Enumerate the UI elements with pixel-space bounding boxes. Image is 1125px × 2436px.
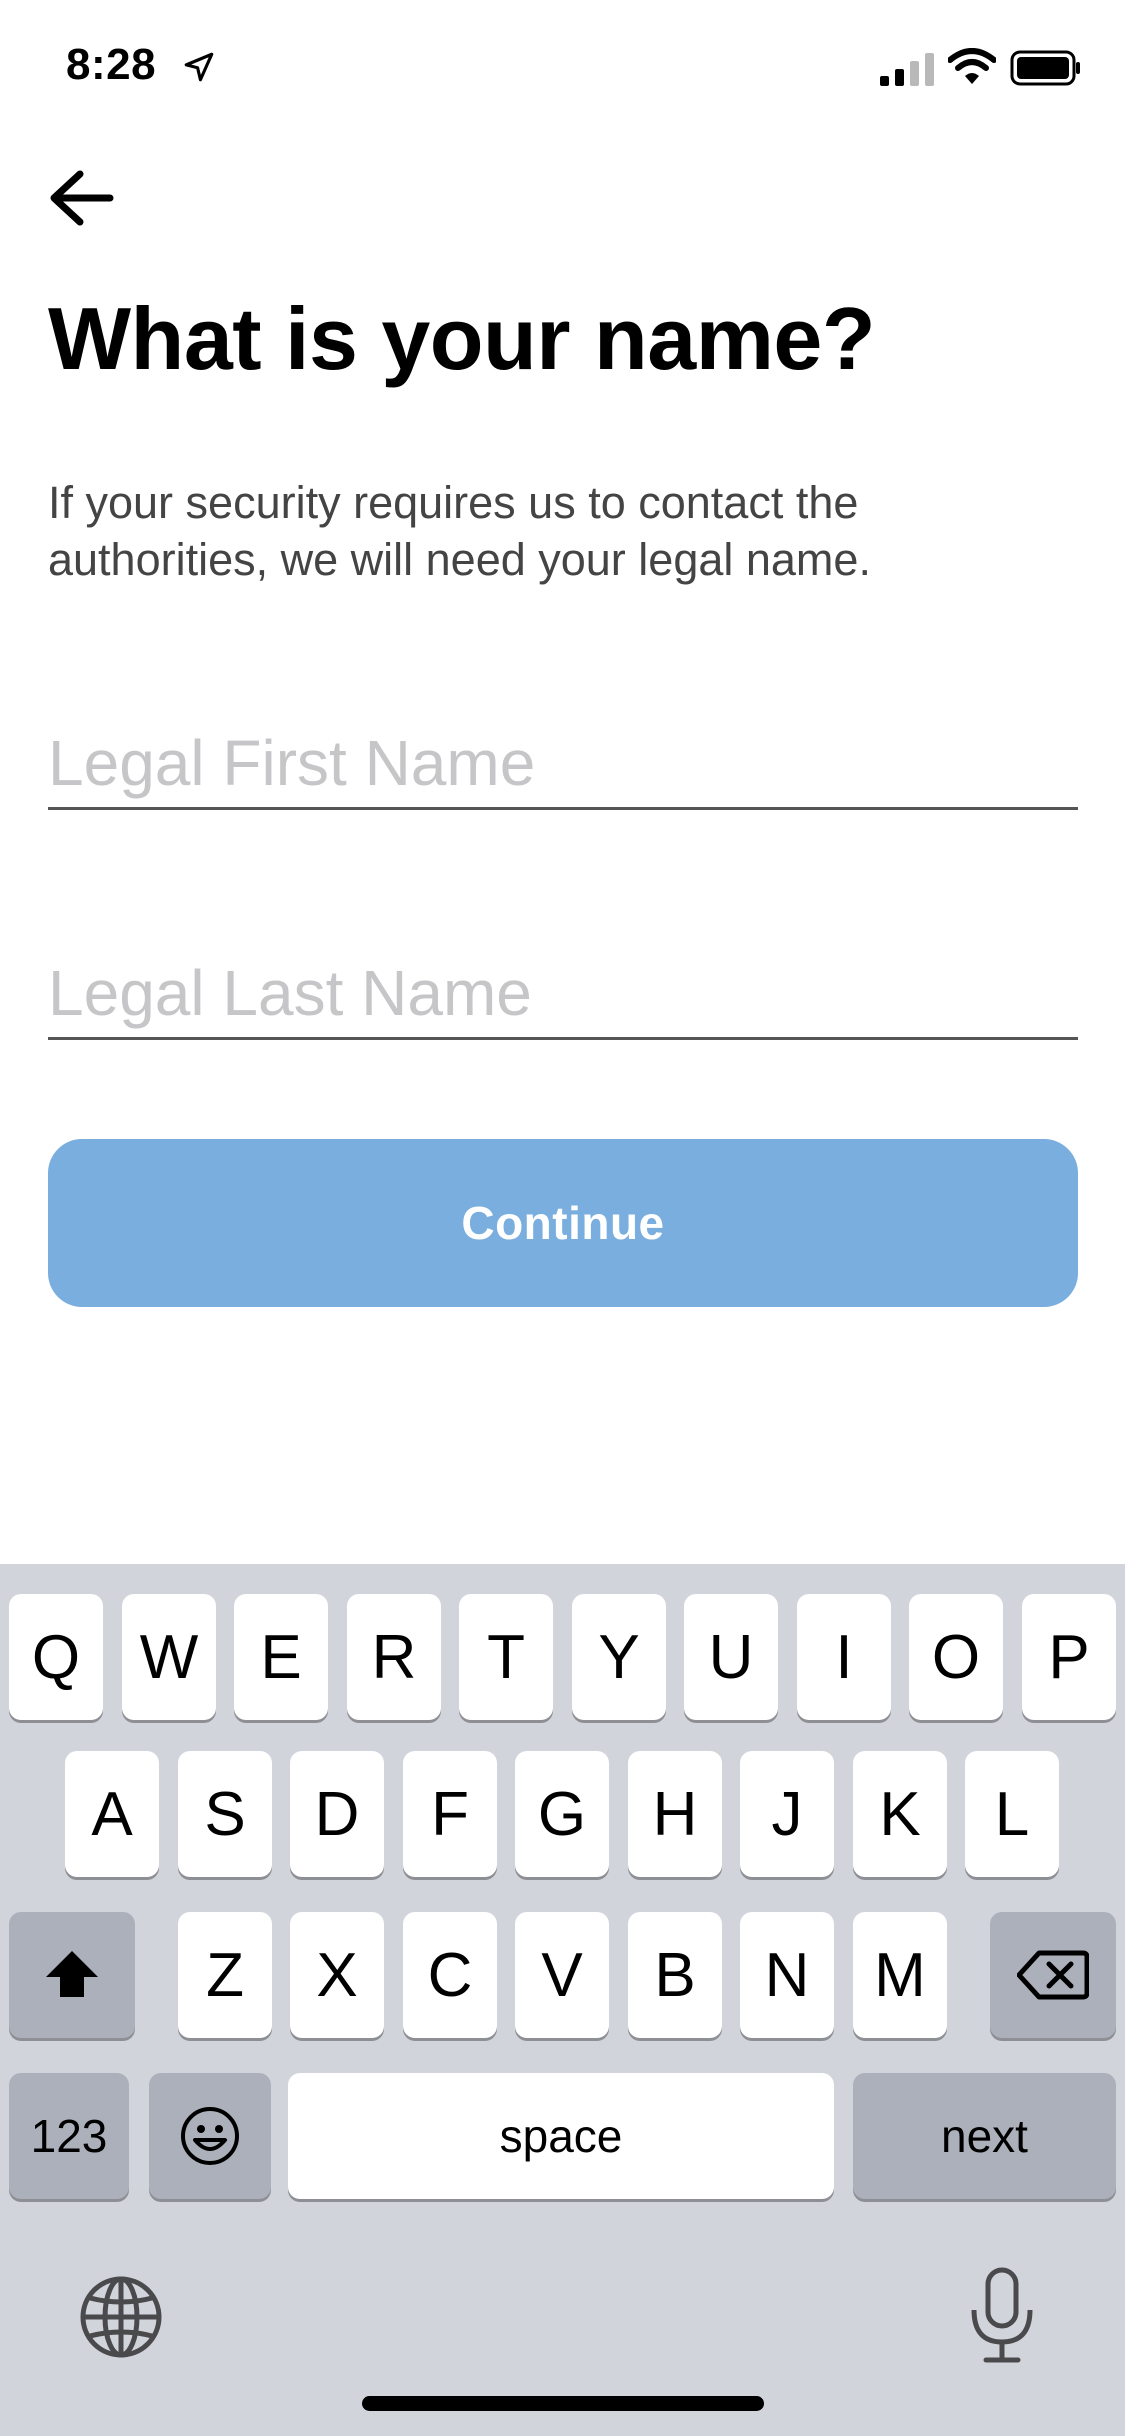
key-l[interactable]: L	[965, 1751, 1059, 1877]
key-n[interactable]: N	[740, 1912, 834, 2038]
first-name-field[interactable]	[48, 718, 1078, 810]
key-j[interactable]: J	[740, 1751, 834, 1877]
cellular-signal-icon	[880, 53, 934, 86]
key-z[interactable]: Z	[178, 1912, 272, 2038]
key-b[interactable]: B	[628, 1912, 722, 2038]
key-t[interactable]: T	[459, 1594, 553, 1720]
key-e[interactable]: E	[234, 1594, 328, 1720]
location-arrow-icon	[184, 52, 214, 82]
key-a[interactable]: A	[65, 1751, 159, 1877]
globe-icon[interactable]	[78, 2274, 164, 2360]
wifi-icon	[948, 48, 996, 84]
key-v[interactable]: V	[515, 1912, 609, 2038]
key-q[interactable]: Q	[9, 1594, 103, 1720]
next-key[interactable]: next	[853, 2073, 1116, 2199]
continue-button[interactable]: Continue	[48, 1139, 1078, 1307]
key-d[interactable]: D	[290, 1751, 384, 1877]
key-c[interactable]: C	[403, 1912, 497, 2038]
page-title: What is your name?	[48, 289, 876, 388]
backspace-icon	[1017, 1950, 1089, 2000]
key-x[interactable]: X	[290, 1912, 384, 2038]
key-f[interactable]: F	[403, 1751, 497, 1877]
key-y[interactable]: Y	[572, 1594, 666, 1720]
key-m[interactable]: M	[853, 1912, 947, 2038]
key-u[interactable]: U	[684, 1594, 778, 1720]
status-bar: 8:28	[0, 0, 1125, 140]
shift-key[interactable]	[9, 1912, 135, 2038]
key-i[interactable]: I	[797, 1594, 891, 1720]
home-indicator	[362, 2396, 764, 2411]
shift-icon	[46, 1951, 98, 1997]
emoji-icon	[181, 2107, 239, 2165]
last-name-input[interactable]	[48, 948, 1078, 1037]
key-w[interactable]: W	[122, 1594, 216, 1720]
back-button[interactable]	[44, 160, 124, 240]
emoji-key[interactable]	[149, 2073, 271, 2199]
key-p[interactable]: P	[1022, 1594, 1116, 1720]
page-subtitle: If your security requires us to contact …	[48, 477, 871, 585]
key-g[interactable]: G	[515, 1751, 609, 1877]
space-key[interactable]: space	[288, 2073, 834, 2199]
key-o[interactable]: O	[909, 1594, 1003, 1720]
key-s[interactable]: S	[178, 1751, 272, 1877]
microphone-icon[interactable]	[966, 2266, 1038, 2366]
key-h[interactable]: H	[628, 1751, 722, 1877]
battery-icon	[1010, 50, 1080, 86]
key-k[interactable]: K	[853, 1751, 947, 1877]
status-time: 8:28	[66, 40, 157, 89]
key-r[interactable]: R	[347, 1594, 441, 1720]
backspace-key[interactable]	[990, 1912, 1116, 2038]
numbers-key[interactable]: 123	[9, 2073, 129, 2199]
arrow-left-icon	[50, 170, 114, 226]
first-name-input[interactable]	[48, 718, 1078, 807]
last-name-field[interactable]	[48, 948, 1078, 1040]
